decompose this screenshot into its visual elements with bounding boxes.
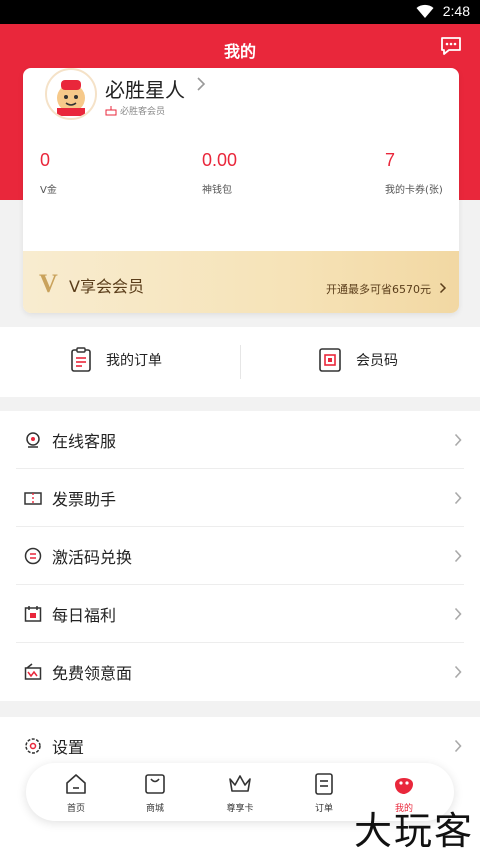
stat-label: 我的卡券(张) (385, 185, 443, 196)
member-code-button[interactable]: 会员码 (318, 347, 398, 373)
tab-label: 商城 (145, 804, 164, 814)
member-tag-label: 必胜客会员 (120, 107, 166, 117)
stat-coupons[interactable]: 7 我的卡券(张) (385, 150, 443, 196)
exchange-icon (24, 547, 42, 564)
chevron-right-icon (439, 282, 447, 294)
member-code-label: 会员码 (356, 353, 398, 369)
stat-value: 0 (40, 150, 51, 170)
tab-label: 首页 (66, 804, 85, 814)
chevron-right-icon (454, 491, 462, 505)
chevron-right-icon (454, 665, 462, 679)
vip-savings: 开通最多可省6570元 (326, 283, 431, 296)
headset-icon (26, 431, 40, 448)
menu-item-activation-code[interactable]: 激活码兑换 (16, 527, 464, 585)
qr-code-icon (319, 348, 341, 372)
stat-label: V金 (40, 185, 57, 196)
tab-label: 尊享卡 (226, 804, 254, 814)
tab-orders[interactable]: 订单 (294, 773, 354, 814)
status-bar: 2:48 (0, 0, 480, 24)
chevron-right-icon[interactable] (196, 76, 206, 92)
page-title: 我的 (223, 42, 256, 61)
quick-actions: 我的订单 会员码 (0, 327, 480, 397)
vip-logo: V (39, 269, 58, 298)
cake-icon (105, 106, 117, 116)
menu-item-free-pasta[interactable]: 免费领意面 (16, 643, 464, 701)
my-orders-button[interactable]: 我的订单 (70, 347, 162, 373)
chevron-right-icon (454, 607, 462, 621)
member-tag: 必胜客会员 (105, 104, 165, 117)
menu-label: 发票助手 (52, 489, 117, 509)
my-orders-label: 我的订单 (106, 353, 162, 369)
menu-label: 激活码兑换 (52, 547, 133, 567)
ticket-icon (24, 491, 42, 505)
tab-home[interactable]: 首页 (46, 773, 106, 814)
message-icon[interactable] (440, 36, 462, 56)
tab-mall[interactable]: 商城 (125, 773, 185, 814)
menu-label: 每日福利 (52, 605, 117, 625)
menu-item-customer-service[interactable]: 在线客服 (16, 411, 464, 469)
stat-value: 0.00 (202, 150, 238, 170)
stat-value: 7 (385, 150, 396, 170)
watermark-text: 大玩客 (353, 809, 474, 853)
chevron-right-icon (454, 433, 462, 447)
stat-v-gold[interactable]: 0 V金 (40, 150, 57, 196)
profile-blob-icon (395, 778, 413, 794)
home-icon (66, 774, 86, 794)
crown-icon (229, 775, 251, 792)
status-time: 2:48 (442, 3, 470, 19)
wifi-icon (416, 4, 434, 18)
avatar[interactable] (45, 68, 97, 120)
menu-item-daily-welfare[interactable]: 每日福利 (16, 585, 464, 643)
tab-label: 订单 (314, 804, 333, 814)
stat-label: 神钱包 (202, 185, 232, 196)
gear-icon (25, 738, 41, 754)
pasta-icon (24, 663, 42, 680)
vip-title: V享会会员 (69, 277, 144, 296)
menu-item-invoice[interactable]: 发票助手 (16, 469, 464, 527)
profile-card: 必胜星人 必胜客会员 0 V金 0.00 神钱包 7 我的卡券(张) V V享会… (23, 68, 459, 313)
chevron-right-icon (454, 739, 462, 753)
menu-list: 在线客服 发票助手 激活码兑换 每日福利 免费领意面 (0, 411, 480, 701)
clipboard-icon (71, 347, 91, 372)
vip-banner[interactable]: V V享会会员 开通最多可省6570元 (23, 251, 459, 313)
order-doc-icon (315, 773, 333, 795)
calendar-gift-icon (24, 605, 42, 622)
stat-wallet[interactable]: 0.00 神钱包 (202, 150, 237, 196)
divider (240, 345, 241, 379)
menu-label: 设置 (52, 738, 85, 757)
chevron-right-icon (454, 549, 462, 563)
tab-vip-card[interactable]: 尊享卡 (210, 773, 270, 814)
menu-label: 在线客服 (52, 431, 117, 451)
mascot-avatar-icon (57, 80, 85, 116)
username[interactable]: 必胜星人 (105, 74, 185, 103)
shop-bag-icon (145, 774, 165, 794)
menu-label: 免费领意面 (52, 664, 133, 683)
